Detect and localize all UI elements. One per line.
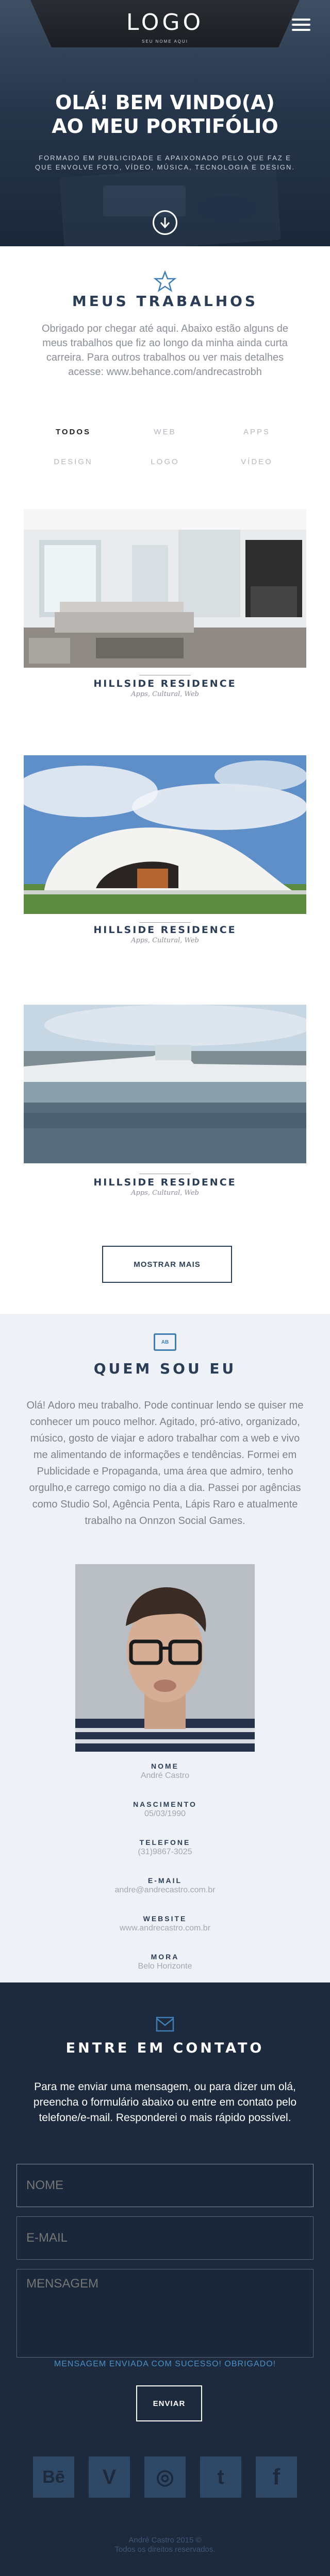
social-links: Bē V ◎ t f — [33, 2456, 297, 2498]
message-textarea[interactable] — [16, 2269, 314, 2358]
info-value-email[interactable]: andre@andrecastro.com.br — [0, 1886, 330, 1895]
hero-background-shape — [196, 196, 258, 222]
show-more-button[interactable]: MOSTRAR MAIS — [102, 1246, 232, 1283]
filter-design[interactable]: DESIGN — [27, 457, 120, 466]
twitter-icon[interactable]: t — [200, 2456, 241, 2498]
work-category-2: Apps, Cultural, Web — [131, 937, 199, 944]
filter-video[interactable]: VÍDEO — [210, 457, 303, 466]
hero-title: OLÁ! BEM VINDO(A) AO MEU PORTIFÓLIO — [52, 91, 278, 138]
filter-web[interactable]: WEB — [119, 428, 211, 436]
footer-rights: Todos os direitos reservados. — [114, 2545, 216, 2554]
page: LOGO SEU NOME AQUI OLÁ! BEM VINDO(A) AO … — [0, 0, 330, 2576]
work-image-2[interactable] — [24, 755, 306, 914]
footer-copyright: André Castro 2015 © — [128, 2536, 202, 2545]
info-label-website: WEBSITE — [143, 1914, 187, 1923]
send-button[interactable]: ENVIAR — [136, 2385, 202, 2421]
contact-text: Para me enviar uma mensagem, ou para diz… — [33, 2081, 297, 2124]
interior-photo — [24, 509, 306, 668]
mail-icon — [156, 2016, 174, 2032]
divider — [139, 922, 191, 923]
success-message: MENSAGEM ENVIADA COM SUCESSO! OBRIGADO! — [54, 2360, 276, 2368]
work-category-1: Apps, Cultural, Web — [131, 690, 199, 698]
work-title-3[interactable]: HILLSIDE RESIDENCE — [0, 1177, 330, 1188]
house-photo — [24, 755, 306, 914]
work-image-1[interactable] — [24, 509, 306, 668]
hamburger-menu-icon[interactable] — [292, 19, 310, 33]
work-title-1[interactable]: HILLSIDE RESIDENCE — [0, 678, 330, 689]
logo-subtitle: SEU NOME AQUI — [141, 39, 188, 44]
contact-heading: ENTRE EM CONTATO — [65, 2040, 265, 2056]
name-input[interactable] — [16, 2164, 314, 2207]
info-value-name: André Castro — [140, 1771, 190, 1780]
behance-icon[interactable]: Bē — [33, 2456, 74, 2498]
arrow-down-icon — [160, 217, 170, 229]
hero-background-shape — [103, 185, 186, 216]
info-value-website[interactable]: www.andrecastro.com.br — [0, 1924, 330, 1933]
filter-todos[interactable]: TODOS — [27, 428, 120, 436]
facebook-icon[interactable]: f — [256, 2456, 297, 2498]
top-bar: LOGO SEU NOME AQUI — [0, 0, 330, 48]
hero-subtitle: FORMADO EM PUBLICIDADE E APAIXONADO PELO… — [35, 154, 295, 171]
info-value-birth: 05/03/1990 — [144, 1809, 186, 1818]
info-label-name: NOME — [151, 1762, 179, 1770]
instagram-icon[interactable]: ◎ — [144, 2456, 186, 2498]
vimeo-icon[interactable]: V — [89, 2456, 130, 2498]
id-card-icon: AB — [154, 1333, 176, 1351]
info-label-city: MORA — [151, 1953, 179, 1961]
work-title-2[interactable]: HILLSIDE RESIDENCE — [0, 924, 330, 936]
logo[interactable]: LOGO — [0, 9, 330, 36]
info-label-phone: TELEFONE — [139, 1838, 191, 1846]
info-label-email: E-MAIL — [147, 1876, 183, 1885]
avatar — [75, 1564, 255, 1752]
hero-section: LOGO SEU NOME AQUI OLÁ! BEM VINDO(A) AO … — [0, 0, 330, 246]
profile-photo — [75, 1564, 255, 1752]
building-photo — [24, 1005, 306, 1163]
work-filters: TODOS WEB APPS DESIGN LOGO VÍDEO — [27, 422, 303, 474]
work-category-3: Apps, Cultural, Web — [131, 1189, 199, 1197]
info-value-city: Belo Horizonte — [138, 1962, 192, 1971]
filter-logo[interactable]: LOGO — [119, 457, 211, 466]
about-heading: QUEM SOU EU — [93, 1360, 237, 1377]
works-intro: Obrigado por chegar até aqui. Abaixo est… — [41, 323, 289, 378]
scroll-down-button[interactable] — [153, 210, 177, 235]
works-heading: MEUS TRABALHOS — [72, 293, 258, 310]
star-icon — [154, 270, 176, 292]
filter-apps[interactable]: APPS — [210, 428, 303, 436]
work-image-3[interactable] — [24, 1005, 306, 1163]
info-value-phone: (31)9867-3025 — [138, 1848, 192, 1856]
about-text: Olá! Adoro meu trabalho. Pode continuar … — [26, 1400, 304, 1527]
email-input[interactable] — [16, 2216, 314, 2260]
info-label-birth: NASCIMENTO — [133, 1800, 197, 1808]
